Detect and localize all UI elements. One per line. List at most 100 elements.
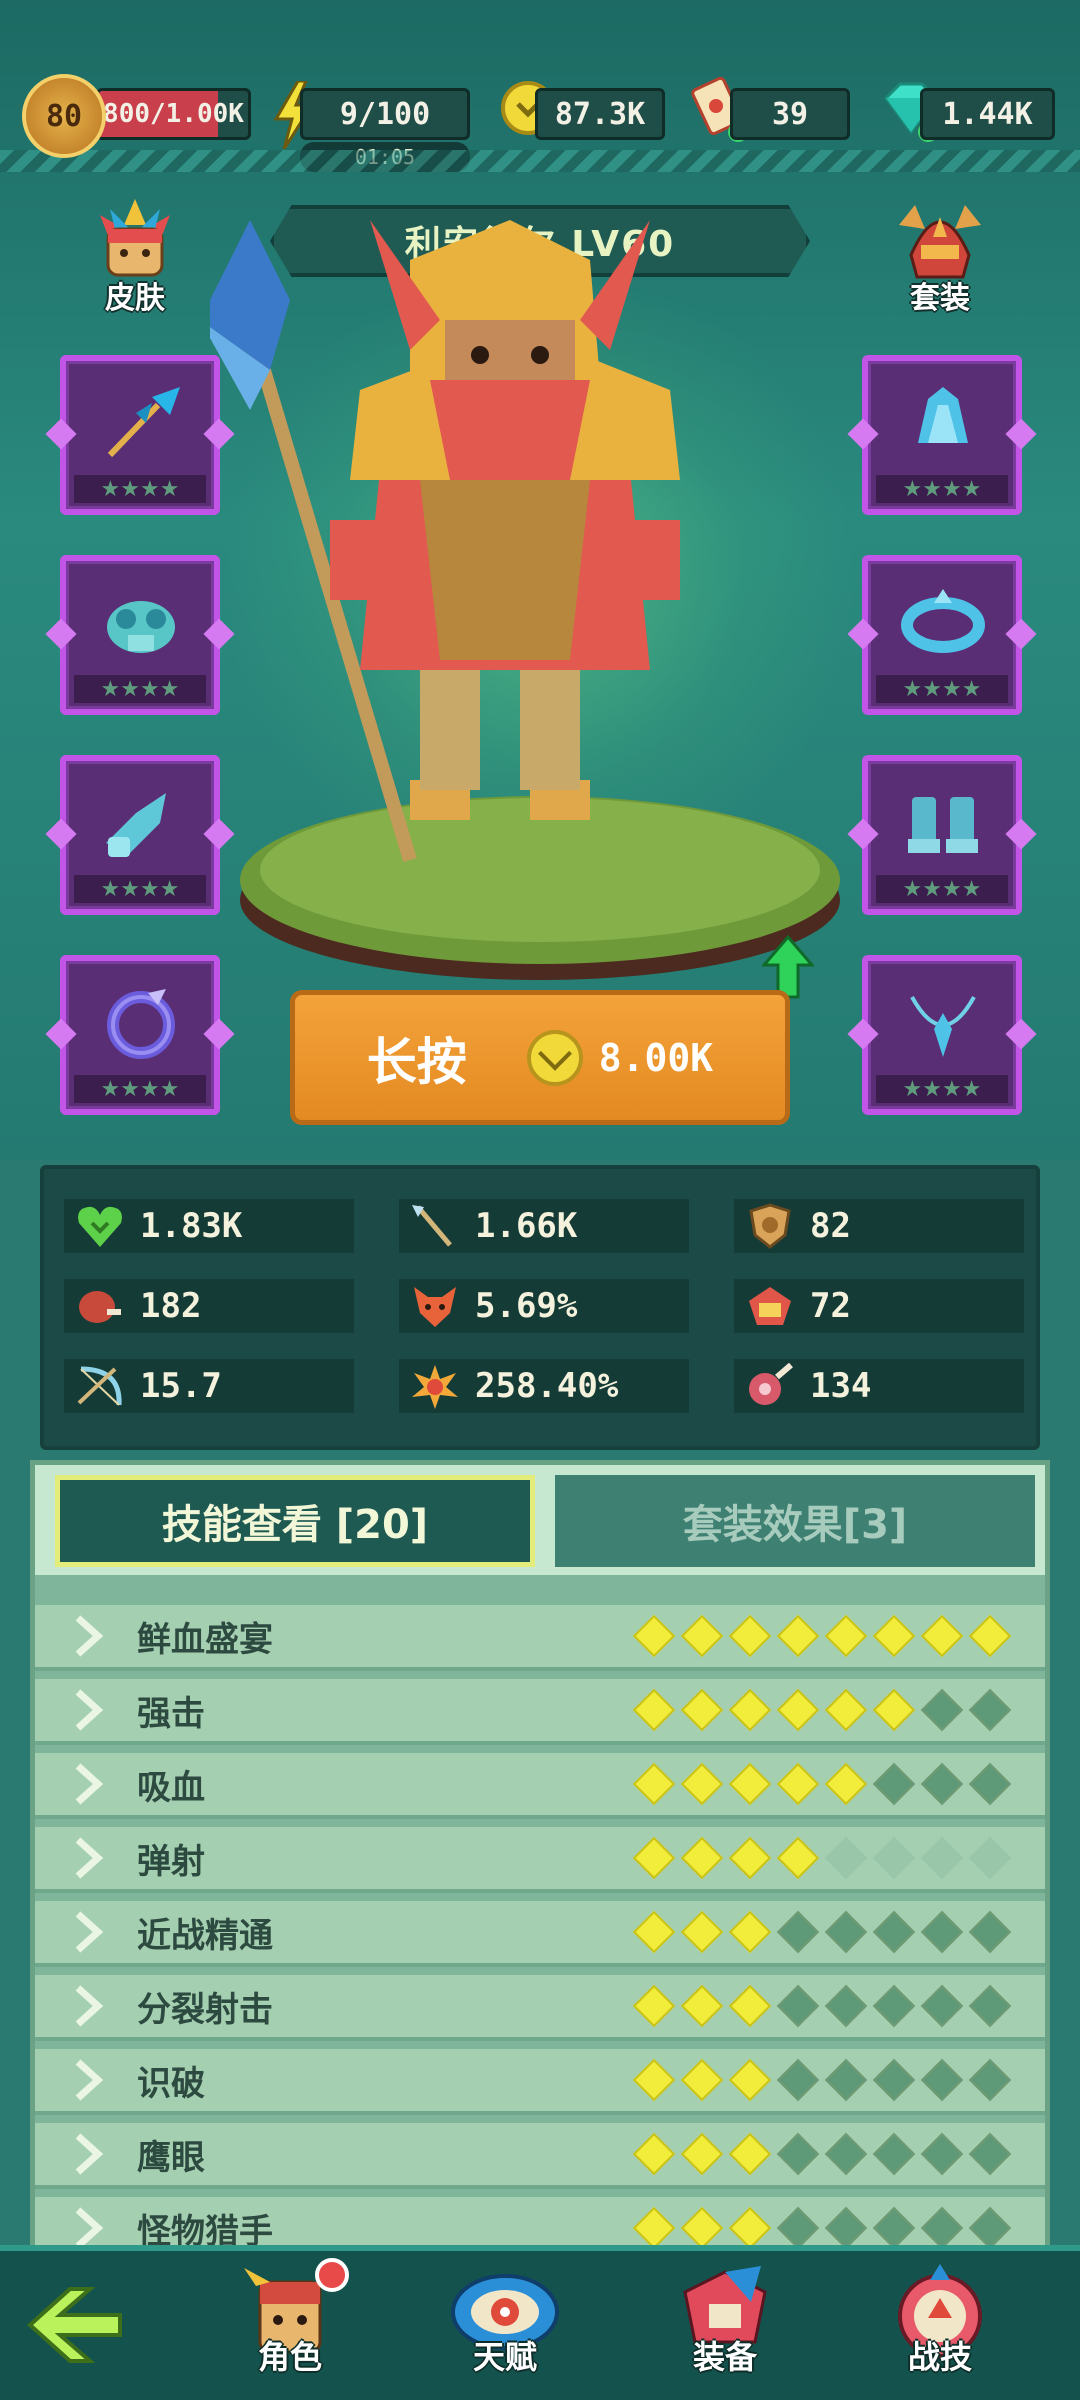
- equip-slot-ring[interactable]: ★★★★: [60, 955, 220, 1115]
- skill-tabs: 技能查看 [20] 套装效果[3]: [35, 1465, 1045, 1575]
- tab-skills[interactable]: 技能查看 [20]: [55, 1475, 535, 1567]
- skill-level-pips: [632, 1614, 1012, 1658]
- skill-pip-filled: [728, 1614, 772, 1658]
- skill-pip-empty: [968, 1836, 1012, 1880]
- skin-button[interactable]: 皮肤: [70, 195, 200, 317]
- skill-pip-empty: [824, 1984, 868, 2028]
- skill-level-pips: [632, 1984, 1012, 2028]
- stat-health: 1.83K: [64, 1199, 354, 1253]
- upgrade-cost-value: 8.00K: [598, 1035, 714, 1080]
- skill-pip-empty: [824, 2132, 868, 2176]
- skill-pip-filled: [680, 1984, 724, 2028]
- nav-gear[interactable]: 装备: [650, 2262, 800, 2392]
- chevron-right-icon: [63, 1981, 113, 2031]
- skill-row[interactable]: 近战精通: [35, 1901, 1045, 1967]
- skill-pip-filled: [776, 1762, 820, 1806]
- slot-stars: ★★★★: [876, 675, 1008, 703]
- slot-stars: ★★★★: [74, 475, 206, 503]
- back-arrow-icon[interactable]: [20, 2275, 130, 2375]
- nav-skill[interactable]: 战技: [865, 2262, 1015, 2392]
- hero-character[interactable]: [210, 220, 870, 1010]
- skill-pip-empty: [920, 2058, 964, 2102]
- skill-pip-filled: [728, 2132, 772, 2176]
- equip-slot-armor[interactable]: ★★★★: [60, 555, 220, 715]
- stat-value: 5.69%: [475, 1286, 578, 1326]
- spear-icon: [407, 1201, 463, 1251]
- skill-row[interactable]: 吸血: [35, 1753, 1045, 1819]
- skill-row[interactable]: 识破: [35, 2049, 1045, 2115]
- skill-pip-empty: [968, 1688, 1012, 1732]
- tab-set-effects[interactable]: 套装效果[3]: [555, 1475, 1035, 1567]
- chevron-right-icon: [63, 1907, 113, 1957]
- slot-stars: ★★★★: [74, 675, 206, 703]
- skill-pip-empty: [968, 1910, 1012, 1954]
- skill-row[interactable]: 鲜血盛宴: [35, 1605, 1045, 1671]
- equip-slot-boots[interactable]: ★★★★: [862, 755, 1022, 915]
- skill-pip-empty: [872, 1910, 916, 1954]
- skill-pip-filled: [632, 1910, 676, 1954]
- crystal-belt-icon: [898, 583, 988, 663]
- skill-name: 弹射: [137, 1841, 205, 1882]
- skill-pip-filled: [728, 1688, 772, 1732]
- stat-value: 1.83K: [140, 1206, 243, 1246]
- stats-panel: 1.83K 1.66K 82 182 5.69% 72 15.7 258.40%…: [40, 1165, 1040, 1450]
- nav-hero[interactable]: 角色: [215, 2258, 365, 2392]
- ticket-counter: 39: [730, 88, 850, 140]
- skill-name: 鲜血盛宴: [137, 1619, 273, 1660]
- crystal-necklace-icon: [898, 983, 988, 1063]
- skill-row[interactable]: 弹射: [35, 1827, 1045, 1893]
- skill-name: 分裂射击: [137, 1989, 273, 2030]
- meat-icon: [72, 1281, 128, 1331]
- chevron-right-icon: [63, 1759, 113, 1809]
- upgrade-hold-button[interactable]: 长按 8.00K: [290, 990, 790, 1125]
- slot-stars: ★★★★: [74, 875, 206, 903]
- equip-slot-gloves[interactable]: ★★★★: [60, 755, 220, 915]
- decorative-strip: [0, 150, 1080, 172]
- equip-slot-helmet[interactable]: ★★★★: [862, 355, 1022, 515]
- skill-level-pips: [632, 1762, 1012, 1806]
- skill-level-pips: [632, 1688, 1012, 1732]
- equip-slot-necklace[interactable]: ★★★★: [862, 955, 1022, 1115]
- player-level-badge[interactable]: 80: [22, 74, 106, 158]
- skill-row[interactable]: 鹰眼: [35, 2123, 1045, 2189]
- stat-defense: 82: [734, 1199, 1024, 1253]
- equip-slot-weapon[interactable]: ★★★★: [60, 355, 220, 515]
- slot-stars: ★★★★: [876, 475, 1008, 503]
- nav-talent[interactable]: 天赋: [430, 2262, 580, 2392]
- equip-slot-belt[interactable]: ★★★★: [862, 555, 1022, 715]
- skill-pip-filled: [680, 2058, 724, 2102]
- skill-pip-filled: [728, 1910, 772, 1954]
- skill-pip-empty: [920, 1910, 964, 1954]
- upgrade-label: 长按: [366, 1032, 467, 1091]
- chevron-right-icon: [63, 2055, 113, 2105]
- skill-level-pips: [632, 2206, 1012, 2250]
- skill-pip-filled: [680, 2206, 724, 2250]
- skill-pip-empty: [824, 1836, 868, 1880]
- skill-pip-filled: [824, 1762, 868, 1806]
- skill-pip-filled: [632, 1984, 676, 2028]
- xp-text: 800/1.00K: [103, 99, 244, 129]
- upgrade-cost: 8.00K: [526, 1029, 714, 1086]
- skill-pip-empty: [872, 2206, 916, 2250]
- skill-pip-filled: [824, 1688, 868, 1732]
- heart-icon: [72, 1201, 128, 1251]
- energy-counter[interactable]: 9/100: [300, 88, 470, 140]
- skill-pip-empty: [824, 1910, 868, 1954]
- chevron-right-icon: [63, 1833, 113, 1883]
- skill-pip-filled: [728, 2206, 772, 2250]
- stat-lifesteal: 182: [64, 1279, 354, 1333]
- skill-level-pips: [632, 1910, 1012, 1954]
- skill-name: 识破: [137, 2063, 205, 2104]
- stat-value: 182: [140, 1286, 202, 1326]
- skill-pip-empty: [776, 1910, 820, 1954]
- helmet-set-icon: [885, 195, 995, 285]
- skill-pip-empty: [776, 2206, 820, 2250]
- skill-row[interactable]: 强击: [35, 1679, 1045, 1745]
- skill-pip-empty: [872, 2058, 916, 2102]
- stat-value: 82: [810, 1206, 851, 1246]
- skill-level-pips: [632, 2058, 1012, 2102]
- set-button[interactable]: 套装: [875, 195, 1005, 317]
- skill-pip-filled: [728, 1836, 772, 1880]
- skill-pip-empty: [872, 1836, 916, 1880]
- skill-row[interactable]: 分裂射击: [35, 1975, 1045, 2041]
